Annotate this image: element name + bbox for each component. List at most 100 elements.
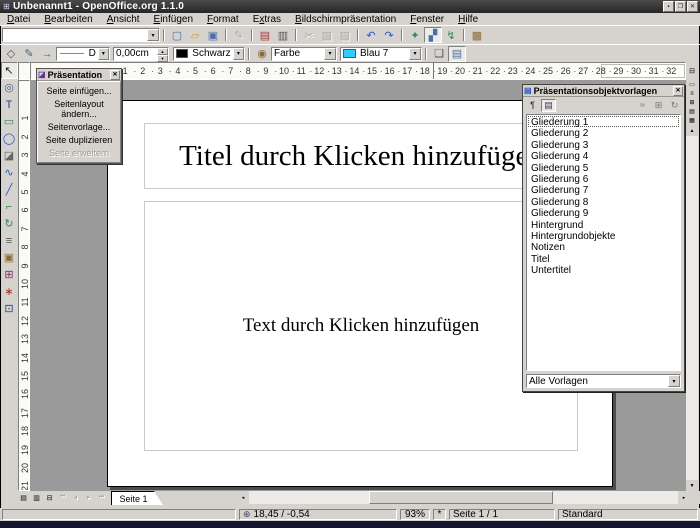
vertical-ruler[interactable]: 123456789101112131415161718192021 xyxy=(18,80,30,491)
page-mode-icon[interactable]: ▤ xyxy=(17,491,30,504)
split-window-button[interactable]: ⊟ xyxy=(686,62,698,80)
body-placeholder[interactable]: Text durch Klicken hinzufügen xyxy=(144,201,578,451)
presentation-styles-toggle-icon[interactable]: ▤ xyxy=(448,46,466,62)
spin-down-icon[interactable]: ▼ xyxy=(157,55,168,62)
paragraph-styles-icon[interactable]: ¶ xyxy=(525,99,540,112)
fill-type-dropdown-icon[interactable]: ▾ xyxy=(324,48,336,60)
prev-page-icon[interactable]: ◂ xyxy=(69,491,82,504)
style-item[interactable]: Hintergrund xyxy=(528,219,679,230)
next-page-icon[interactable]: ▸ xyxy=(82,491,95,504)
line-style-dropdown-icon[interactable]: ▾ xyxy=(98,48,109,60)
style-filter-dropdown-icon[interactable]: ▾ xyxy=(668,375,680,387)
line-color-combobox[interactable]: Schwarz ▾ xyxy=(173,47,245,61)
rectangle-tool-icon[interactable]: ▭ xyxy=(1,113,18,130)
select-tool-icon[interactable]: ↖ xyxy=(1,62,18,79)
style-item[interactable]: Gliederung 3 xyxy=(528,139,679,150)
lines-arrows-tool-icon[interactable]: ╱ xyxy=(1,181,18,198)
export-pdf-icon[interactable]: ▤ xyxy=(256,27,274,43)
stylist-close-icon[interactable]: ✕ xyxy=(673,86,683,96)
url-combobox[interactable]: ▾ xyxy=(2,28,160,42)
update-style-icon[interactable]: ↻ xyxy=(667,99,682,112)
area-style-dialog-icon[interactable]: ◉ xyxy=(253,46,271,62)
stylist-icon[interactable]: ▞ xyxy=(424,27,442,43)
style-item[interactable]: Gliederung 5 xyxy=(528,162,679,173)
menu-datei[interactable]: Datei xyxy=(0,13,37,26)
cut-icon[interactable]: ✂ xyxy=(300,27,318,43)
menu-hilfe[interactable]: Hilfe xyxy=(451,13,485,26)
layer-mode-icon[interactable]: ⊟ xyxy=(43,491,56,504)
presentation-styles-icon[interactable]: ▤ xyxy=(541,99,556,112)
menu-bearbeiten[interactable]: Bearbeiten xyxy=(37,13,99,26)
connector-tool-icon[interactable]: ⌐ xyxy=(1,198,18,215)
zoom-tool-icon[interactable]: ◎ xyxy=(1,79,18,96)
ellipse-tool-icon[interactable]: ◯ xyxy=(1,130,18,147)
style-item[interactable]: Untertitel xyxy=(528,264,679,275)
curve-tool-icon[interactable]: ∿ xyxy=(1,164,18,181)
url-field[interactable] xyxy=(3,29,147,41)
presentation-palette-titlebar[interactable]: ◪ Präsentation ✕ xyxy=(37,69,121,81)
close-button[interactable]: ✕ xyxy=(687,1,698,12)
insert-tool-icon[interactable]: ⊞ xyxy=(1,266,18,283)
arrow-style-icon[interactable]: → xyxy=(38,46,56,62)
outline-view-icon[interactable]: ≡ xyxy=(686,89,698,98)
status-zoom-field[interactable]: 93% xyxy=(400,509,430,520)
horizontal-scroll-track[interactable] xyxy=(249,491,678,504)
line-width-spinner[interactable]: 0,00cm ▲▼ xyxy=(113,47,169,61)
palette-item-seitenlayout-ndern[interactable]: Seitenlayout ändern... xyxy=(38,99,120,119)
print-document-icon[interactable]: ▥ xyxy=(274,27,292,43)
objects-3d-tool-icon[interactable]: ◪ xyxy=(1,147,18,164)
effects-tool-icon[interactable]: ∗ xyxy=(1,283,18,300)
scroll-right-icon[interactable]: ▸ xyxy=(678,491,690,504)
vertical-scroll-thumb[interactable] xyxy=(686,250,698,393)
redo-icon[interactable]: ↷ xyxy=(380,27,398,43)
style-item[interactable]: Hintergrundobjekte xyxy=(528,230,679,241)
menu-bildschirmprsentation[interactable]: Bildschirmpräsentation xyxy=(288,13,403,26)
rotate-tool-icon[interactable]: ↻ xyxy=(1,215,18,232)
palette-item-seite-duplizieren[interactable]: Seite duplizieren xyxy=(38,135,120,145)
scroll-down-icon[interactable]: ▼ xyxy=(686,480,698,491)
first-page-icon[interactable]: ⏮ xyxy=(56,491,69,504)
line-width-spin-buttons[interactable]: ▲▼ xyxy=(157,48,168,60)
horizontal-scrollbar[interactable]: ◂ ▸ xyxy=(237,491,690,504)
drawing-view-icon[interactable]: ▭ xyxy=(686,80,698,89)
line-dialog-icon[interactable]: ✎ xyxy=(20,46,38,62)
scroll-up-icon[interactable]: ▲ xyxy=(686,125,698,136)
slide-show-button-icon[interactable]: ⊡ xyxy=(1,300,18,317)
style-filter-combobox[interactable]: Alle Vorlagen ▾ xyxy=(526,374,681,388)
line-width-value[interactable]: 0,00cm xyxy=(114,48,157,60)
shadow-toggle-icon[interactable]: ❏ xyxy=(430,46,448,62)
new-style-from-selection-icon[interactable]: ⊞ xyxy=(651,99,666,112)
style-item[interactable]: Gliederung 2 xyxy=(528,127,679,138)
palette-close-icon[interactable]: ✕ xyxy=(110,70,120,80)
menu-ansicht[interactable]: Ansicht xyxy=(100,13,147,26)
horizontal-ruler[interactable]: 1·2·3·4·5·6·7·8·9·10·11·12·13·14·15·16·1… xyxy=(30,62,686,80)
url-dropdown-arrow-icon[interactable]: ▾ xyxy=(147,29,159,41)
scroll-left-icon[interactable]: ◂ xyxy=(237,491,249,504)
text-tool-icon[interactable]: T xyxy=(1,96,18,113)
notes-view-icon[interactable]: ▤ xyxy=(686,107,698,116)
style-item[interactable]: Gliederung 7 xyxy=(528,184,679,195)
arrange-tool-icon[interactable]: ▣ xyxy=(1,249,18,266)
minimize-button[interactable]: ▪ xyxy=(663,1,674,12)
menu-fenster[interactable]: Fenster xyxy=(403,13,451,26)
navigator-icon[interactable]: ✦ xyxy=(406,27,424,43)
palette-item-seite-einf-gen[interactable]: Seite einfügen... xyxy=(38,86,120,96)
style-item[interactable]: Gliederung 6 xyxy=(528,173,679,184)
fill-type-combobox[interactable]: Farbe ▾ xyxy=(271,47,337,61)
style-item[interactable]: Gliederung 9 xyxy=(528,207,679,218)
size-grip[interactable] xyxy=(690,491,700,504)
last-page-icon[interactable]: ⏭ xyxy=(95,491,108,504)
vertical-scrollbar[interactable]: ▭≡⊞▤▦▲▼ xyxy=(686,80,698,491)
copy-icon[interactable]: ▧ xyxy=(318,27,336,43)
menu-format[interactable]: Format xyxy=(200,13,246,26)
undo-icon[interactable]: ↶ xyxy=(362,27,380,43)
line-style-combobox[interactable]: D ▾ xyxy=(56,47,110,61)
fill-color-dropdown-icon[interactable]: ▾ xyxy=(409,48,421,60)
style-item[interactable]: Gliederung 1 xyxy=(528,116,679,127)
stylist-titlebar[interactable]: ▤ Präsentationsobjektvorlagen ✕ xyxy=(523,85,684,97)
slides-view-icon[interactable]: ⊞ xyxy=(686,98,698,107)
hyperlink-dialog-icon[interactable]: ↯ xyxy=(442,27,460,43)
open-document-icon[interactable]: ▱ xyxy=(186,27,204,43)
edit-points-icon[interactable]: ◇ xyxy=(2,46,20,62)
alignment-tool-icon[interactable]: ≡ xyxy=(1,232,18,249)
